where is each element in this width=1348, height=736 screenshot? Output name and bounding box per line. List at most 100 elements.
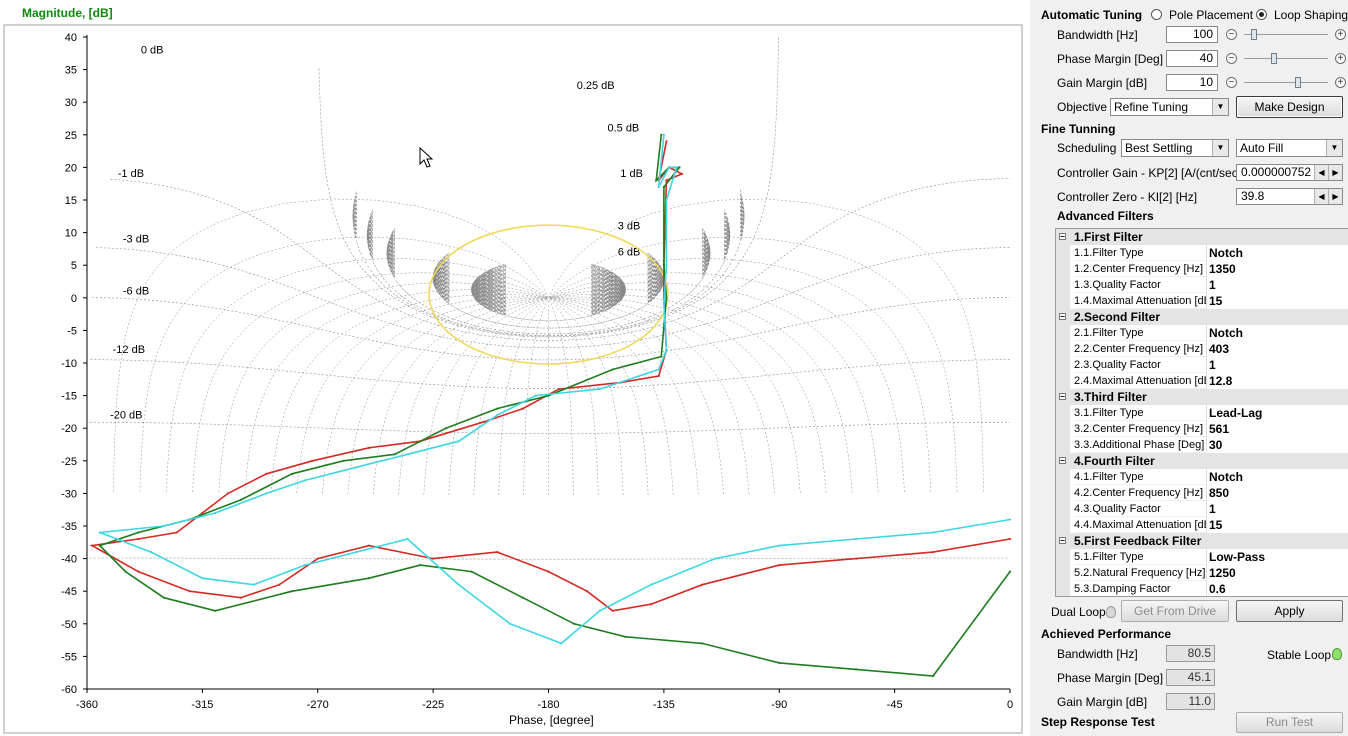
filter-property-row[interactable]: 4.3.Quality Factor 1 [1056, 501, 1348, 517]
category-label: 1.First Filter [1074, 230, 1143, 244]
property-value[interactable]: 1 [1209, 501, 1216, 517]
bandwidth-input[interactable]: 100 [1166, 26, 1218, 43]
property-value[interactable]: 12.8 [1209, 373, 1232, 389]
ki-input[interactable]: 39.8 ◀ ▶ [1236, 188, 1343, 205]
property-value[interactable]: Lead-Lag [1209, 405, 1262, 421]
minus-icon[interactable]: − [1226, 77, 1237, 88]
property-value[interactable]: 1 [1209, 357, 1216, 373]
objective-select[interactable]: Refine Tuning ▼ [1110, 98, 1229, 116]
bandwidth-slider[interactable]: − + [1226, 28, 1346, 42]
kp-input[interactable]: 0.000000752 ◀ ▶ [1236, 164, 1343, 181]
collapse-icon[interactable]: − [1059, 457, 1066, 465]
plus-icon[interactable]: + [1335, 77, 1346, 88]
loop-shaping-radio[interactable] [1256, 9, 1267, 20]
y-tick-label: 35 [65, 65, 77, 77]
filter-property-row[interactable]: 1.4.Maximal Attenuation [dE 15 [1056, 293, 1348, 309]
collapse-icon[interactable]: − [1059, 393, 1066, 401]
filter-property-row[interactable]: 4.2.Center Frequency [Hz] 850 [1056, 485, 1348, 501]
filter-property-row[interactable]: 2.1.Filter Type Notch [1056, 325, 1348, 341]
filter-category[interactable]: −2.Second Filter [1056, 309, 1348, 325]
spin-left-icon[interactable]: ◀ [1314, 165, 1328, 180]
filter-category[interactable]: −3.Third Filter [1056, 389, 1348, 405]
slider-thumb[interactable] [1294, 77, 1301, 88]
property-value[interactable]: 403 [1209, 341, 1229, 357]
filter-category[interactable]: −5.First Feedback Filter [1056, 533, 1348, 549]
filter-property-row[interactable]: 4.1.Filter Type Notch [1056, 469, 1348, 485]
property-value[interactable]: Low-Pass [1209, 549, 1265, 565]
filter-property-row[interactable]: 5.3.Damping Factor 0.6 [1056, 581, 1348, 596]
property-value[interactable]: 0.6 [1209, 581, 1226, 596]
property-value[interactable]: 561 [1209, 421, 1229, 437]
spin-left-icon[interactable]: ◀ [1314, 189, 1328, 204]
filter-property-row[interactable]: 3.2.Center Frequency [Hz] 561 [1056, 421, 1348, 437]
filter-property-row[interactable]: 1.2.Center Frequency [Hz] 1350 [1056, 261, 1348, 277]
filter-property-row[interactable]: 2.3.Quality Factor 1 [1056, 357, 1348, 373]
property-value[interactable]: 1350 [1209, 261, 1236, 277]
pole-placement-radio[interactable] [1151, 9, 1162, 20]
pole-placement-label[interactable]: Pole Placement [1169, 8, 1253, 22]
filter-category[interactable]: −1.First Filter [1056, 229, 1348, 245]
plus-icon[interactable]: + [1335, 53, 1346, 64]
series-point [291, 472, 294, 475]
x-tick-label: -225 [422, 699, 444, 711]
collapse-icon[interactable]: − [1059, 233, 1066, 241]
property-value[interactable]: Notch [1209, 245, 1243, 261]
autofill-select[interactable]: Auto Fill ▼ [1236, 139, 1343, 157]
series-point [675, 166, 678, 169]
series-point [98, 531, 101, 534]
property-name: 2.1.Filter Type [1074, 325, 1207, 341]
property-value[interactable]: 15 [1209, 293, 1222, 309]
filter-property-row[interactable]: 5.1.Filter Type Low-Pass [1056, 549, 1348, 565]
advanced-filters-grid[interactable]: −1.First Filter 1.1.Filter Type Notch 1.2.C… [1055, 228, 1348, 597]
spin-right-icon[interactable]: ▶ [1328, 189, 1342, 204]
series-point [214, 511, 217, 515]
nichols-plot[interactable]: 0 dB0.25 dB0.5 dB1 dB-1 dB3 dB6 dB-3 dB-… [0, 0, 1030, 736]
filter-property-row[interactable]: 5.2.Natural Frequency [Hz] 1250 [1056, 565, 1348, 581]
filter-property-row[interactable]: 1.1.Filter Type Notch [1056, 245, 1348, 261]
collapse-icon[interactable]: − [1059, 313, 1066, 321]
run-test-button[interactable]: Run Test [1236, 712, 1343, 733]
fine-tuning-header: Fine Tunning [1041, 122, 1116, 136]
filter-property-row[interactable]: 3.3.Additional Phase [Deg] 30 [1056, 437, 1348, 453]
minus-icon[interactable]: − [1226, 29, 1237, 40]
slider-thumb[interactable] [1251, 29, 1258, 40]
dropdown-arrow-icon[interactable]: ▼ [1212, 140, 1228, 156]
dropdown-arrow-icon[interactable]: ▼ [1326, 140, 1342, 156]
row-gutter [1056, 405, 1070, 421]
property-value[interactable]: 1250 [1209, 565, 1236, 581]
filter-property-row[interactable]: 1.3.Quality Factor 1 [1056, 277, 1348, 293]
collapse-icon[interactable]: − [1059, 537, 1066, 545]
property-value[interactable]: 850 [1209, 485, 1229, 501]
dropdown-arrow-icon[interactable]: ▼ [1212, 99, 1228, 115]
kp-value: 0.000000752 [1241, 165, 1312, 179]
filter-property-row[interactable]: 2.2.Center Frequency [Hz] 403 [1056, 341, 1348, 357]
series-point [665, 264, 668, 267]
apply-button[interactable]: Apply [1236, 600, 1343, 622]
filter-category[interactable]: −4.Fourth Filter [1056, 453, 1348, 469]
series-point [778, 544, 781, 547]
phase-margin-input[interactable]: 40 [1166, 50, 1218, 67]
property-value[interactable]: 30 [1209, 437, 1222, 453]
x-axis-label: Phase, [degree] [509, 713, 594, 727]
minus-icon[interactable]: − [1226, 53, 1237, 64]
get-from-drive-button[interactable]: Get From Drive [1121, 600, 1229, 622]
phase-margin-slider[interactable]: − + [1226, 52, 1346, 66]
filter-property-row[interactable]: 4.4.Maximal Attenuation [dE 15 [1056, 517, 1348, 533]
filter-property-row[interactable]: 2.4.Maximal Attenuation [dE 12.8 [1056, 373, 1348, 389]
property-value[interactable]: Notch [1209, 469, 1243, 485]
spin-right-icon[interactable]: ▶ [1328, 165, 1342, 180]
make-design-button[interactable]: Make Design [1236, 96, 1343, 118]
slider-thumb[interactable] [1271, 53, 1278, 64]
series-point [657, 374, 660, 378]
nichols-chart[interactable]: 0 dB 0.25 dB 0.5 dB 1 dB -1 dB 3 dB 6 dB -3 dB -… [0, 0, 1030, 736]
gain-margin-slider[interactable]: − + [1226, 76, 1346, 90]
gain-margin-input[interactable]: 10 [1166, 74, 1218, 91]
scheduling-select[interactable]: Best Settling ▼ [1121, 139, 1229, 157]
property-value[interactable]: 15 [1209, 517, 1222, 533]
loop-shaping-label[interactable]: Loop Shaping [1274, 8, 1348, 22]
property-value[interactable]: 1 [1209, 277, 1216, 293]
plus-icon[interactable]: + [1335, 29, 1346, 40]
series-point [662, 133, 666, 136]
property-value[interactable]: Notch [1209, 325, 1243, 341]
filter-property-row[interactable]: 3.1.Filter Type Lead-Lag [1056, 405, 1348, 421]
